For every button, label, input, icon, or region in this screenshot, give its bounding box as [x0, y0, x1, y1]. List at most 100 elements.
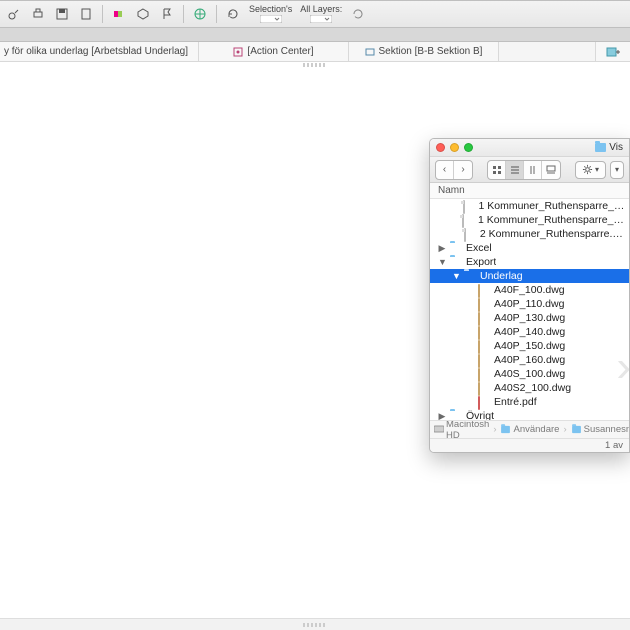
file-row[interactable]: A40P_130.dwg	[430, 311, 629, 325]
file-row[interactable]: A40P_150.dwg	[430, 339, 629, 353]
window-zoom-button[interactable]	[464, 143, 473, 152]
bottom-grip[interactable]	[0, 618, 630, 630]
chevron-down-icon: ▾	[615, 165, 619, 174]
file-name-label: A40P_130.dwg	[494, 312, 565, 324]
file-name-label: A40P_160.dwg	[494, 354, 565, 366]
nav-back-button[interactable]: ‹	[436, 161, 454, 179]
doc-tab-section[interactable]: Sektion [B-B Sektion B]	[349, 42, 499, 61]
gear-icon	[582, 164, 593, 175]
file-name-label: A40S_100.dwg	[494, 368, 565, 380]
selections-dropdown[interactable]: Selection's	[249, 5, 292, 23]
file-row[interactable]: 1 Kommuner_Ruthensparre_startfil.pln.lck	[430, 213, 629, 227]
path-crumb-label: Susannesne	[584, 424, 629, 435]
refresh-icon[interactable]	[225, 6, 241, 22]
layers-label: All Layers:	[300, 5, 342, 14]
file-row[interactable]: 1 Kommuner_Ruthensparre_startfil.pln	[430, 199, 629, 213]
path-crumb[interactable]: Susannesne	[571, 424, 629, 435]
file-row[interactable]: A40P_140.dwg	[430, 325, 629, 339]
page-icon[interactable]	[78, 6, 94, 22]
path-crumb-label: Macintosh HD	[446, 420, 489, 438]
nav-segment: ‹ ›	[435, 160, 473, 180]
selections-label: Selection's	[249, 5, 292, 14]
folder-row[interactable]: ▶Övrigt	[430, 409, 629, 420]
file-row[interactable]: 2 Kommuner_Ruthensparre.pln	[430, 227, 629, 241]
disclosure-triangle-icon[interactable]: ▼	[438, 257, 446, 267]
view-segment	[487, 160, 561, 180]
doc-tab-spacer	[499, 42, 595, 61]
folder-icon	[502, 426, 511, 433]
save-icon[interactable]	[54, 6, 70, 22]
path-crumb[interactable]: Macintosh HD	[434, 420, 489, 438]
folder-row[interactable]: ▼ Export	[430, 255, 629, 269]
document-icon	[462, 215, 474, 226]
disk-icon	[434, 424, 444, 436]
finder-file-list[interactable]: › 1 Kommuner_Ruthensparre_startfil.pln1 …	[430, 199, 629, 420]
folder-icon	[450, 411, 462, 421]
view-icon-button[interactable]	[488, 161, 506, 179]
doc-tab-worksheet[interactable]: y för olika underlag [Arbetsblad Underla…	[0, 42, 199, 61]
file-name-label: 1 Kommuner_Ruthensparre_startfil.pln.lck	[478, 214, 625, 226]
finder-status-bar: 1 av	[430, 438, 629, 452]
doc-tab-label: [Action Center]	[247, 46, 313, 57]
folder-row[interactable]: ▼ Underlag	[430, 269, 629, 283]
finder-column-header[interactable]: Namn	[430, 183, 629, 199]
dwg-file-icon	[478, 341, 490, 352]
folder-icon	[464, 271, 476, 282]
file-name-label: Entré.pdf	[494, 396, 537, 408]
view-gallery-button[interactable]	[542, 161, 560, 179]
dwg-file-icon	[478, 383, 490, 394]
file-name-label: Excel	[466, 242, 492, 254]
tool-icon-1[interactable]	[6, 6, 22, 22]
file-row[interactable]: A40P_160.dwg	[430, 353, 629, 367]
view-list-button[interactable]	[506, 161, 524, 179]
reload-icon[interactable]	[350, 6, 366, 22]
doc-tab-label: Sektion [B-B Sektion B]	[379, 46, 483, 57]
finder-toolbar: ‹ › ▾ ▾	[430, 157, 629, 183]
file-name-label: Underlag	[480, 270, 523, 282]
file-row[interactable]: A40P_110.dwg	[430, 297, 629, 311]
disclosure-triangle-icon[interactable]: ▶	[438, 243, 446, 254]
dwg-file-icon	[478, 327, 490, 338]
print-icon[interactable]	[30, 6, 46, 22]
toolbar-deadband	[0, 28, 630, 42]
new-tab-icon	[606, 46, 620, 58]
drawing-canvas[interactable]: Vis ‹ › ▾ ▾ Namn	[0, 68, 630, 618]
doc-tab-action-center[interactable]: [Action Center]	[199, 42, 349, 61]
status-text: 1 av	[605, 440, 623, 451]
cube-icon[interactable]	[135, 6, 151, 22]
swatch-icon[interactable]	[111, 6, 127, 22]
finder-path-bar[interactable]: Macintosh HD›Användare›Susannesne	[430, 420, 629, 438]
document-icon	[463, 201, 475, 212]
separator	[183, 5, 184, 23]
extra-menu-button[interactable]: ▾	[610, 161, 624, 179]
finder-title-label: Vis	[609, 142, 623, 153]
file-row[interactable]: A40F_100.dwg	[430, 283, 629, 297]
dwg-file-icon	[478, 369, 490, 380]
folder-icon	[595, 143, 606, 152]
finder-titlebar[interactable]: Vis	[430, 139, 629, 157]
disclosure-triangle-icon[interactable]: ▶	[438, 411, 446, 421]
file-name-label: 1 Kommuner_Ruthensparre_startfil.pln	[479, 200, 626, 212]
file-name-label: Export	[466, 256, 496, 268]
nav-forward-button[interactable]: ›	[454, 161, 472, 179]
window-minimize-button[interactable]	[450, 143, 459, 152]
action-menu-button[interactable]: ▾	[575, 161, 606, 179]
view-column-button[interactable]	[524, 161, 542, 179]
globe-icon[interactable]	[192, 6, 208, 22]
separator	[102, 5, 103, 23]
folder-row[interactable]: ▶ Excel	[430, 241, 629, 255]
pdf-file-icon	[478, 397, 490, 408]
doc-tab-new[interactable]	[595, 42, 630, 61]
layers-dropdown[interactable]: All Layers:	[300, 5, 342, 23]
document-icon	[464, 229, 476, 240]
path-crumb[interactable]: Användare	[500, 424, 559, 435]
file-row[interactable]: A40S_100.dwg	[430, 367, 629, 381]
file-row[interactable]: Entré.pdf	[430, 395, 629, 409]
finder-title: Vis	[595, 142, 623, 153]
disclosure-triangle-icon[interactable]: ▼	[452, 271, 460, 281]
dwg-file-icon	[478, 285, 490, 296]
file-name-label: A40S2_100.dwg	[494, 382, 571, 394]
window-close-button[interactable]	[436, 143, 445, 152]
file-row[interactable]: A40S2_100.dwg	[430, 381, 629, 395]
flag-icon[interactable]	[159, 6, 175, 22]
